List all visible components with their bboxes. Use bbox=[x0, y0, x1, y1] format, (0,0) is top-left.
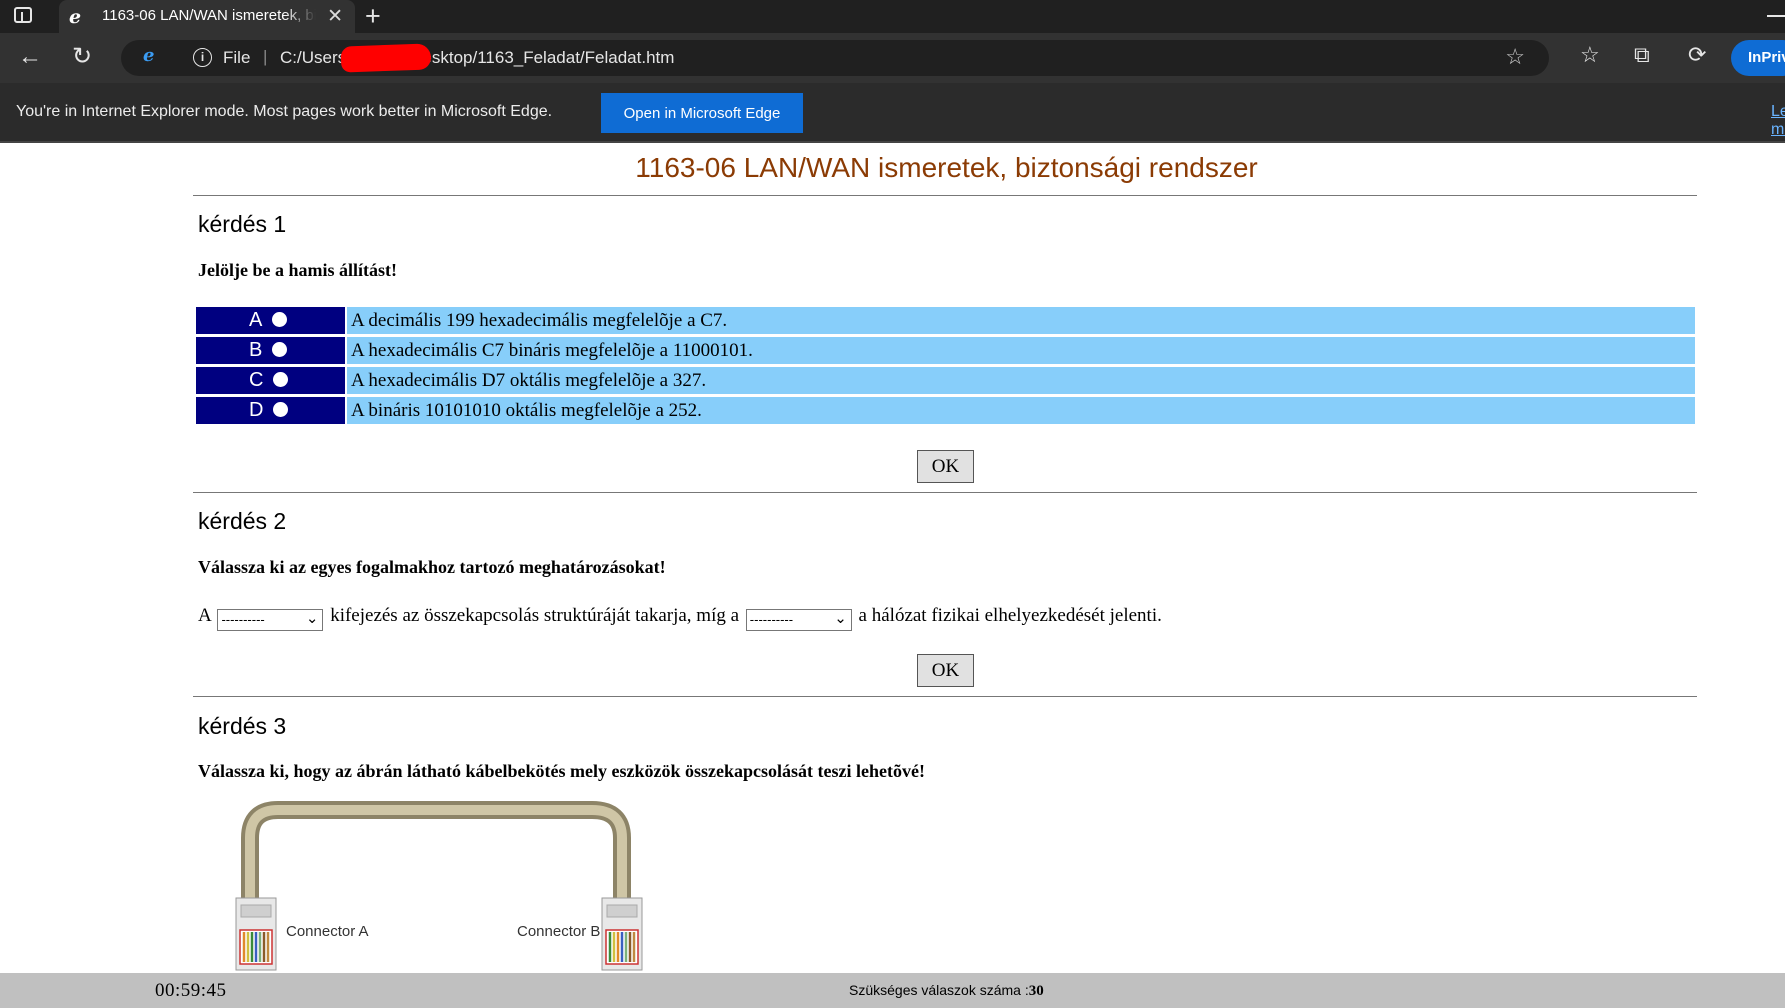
term-select-1[interactable]: ---------- ⌄ bbox=[217, 609, 324, 631]
close-tab-icon[interactable]: ✕ bbox=[327, 5, 343, 28]
required-answers: Szükséges válaszok száma :30 bbox=[849, 982, 1044, 999]
tab-actions-icon[interactable] bbox=[14, 7, 32, 23]
address-toolbar: ← ↻ e i File | C:/Users Desktop/1163_Fela… bbox=[0, 33, 1785, 83]
back-icon[interactable]: ← bbox=[18, 43, 42, 71]
radio-button[interactable] bbox=[272, 312, 288, 327]
add-favorite-icon[interactable]: ☆ bbox=[1505, 44, 1525, 70]
open-in-edge-button[interactable]: Open in Microsoft Edge bbox=[601, 93, 803, 133]
collections-icon[interactable]: ⧉ bbox=[1634, 42, 1650, 68]
connector-a-label: Connector A bbox=[286, 923, 369, 940]
refresh-icon[interactable]: ↻ bbox=[72, 43, 92, 71]
answer-text[interactable]: A bináris 10101010 oktális megfelelõje a… bbox=[347, 397, 1695, 424]
status-bar: 00:59:45 Szükséges válaszok száma :30 bbox=[0, 973, 1785, 1008]
question-2-heading: kérdés 2 bbox=[198, 508, 287, 534]
term-select-2[interactable]: ---------- ⌄ bbox=[745, 609, 852, 631]
minimize-icon[interactable] bbox=[1767, 15, 1785, 17]
answer-text[interactable]: A hexadecimális D7 oktális megfelelõje a… bbox=[347, 367, 1695, 394]
radio-button[interactable] bbox=[272, 342, 288, 357]
page-content: 1163-06 LAN/WAN ismeretek, biztonsági re… bbox=[0, 145, 1785, 973]
question-3-heading: kérdés 3 bbox=[198, 713, 287, 739]
q1-ok-button[interactable]: OK bbox=[917, 450, 974, 483]
answer-row[interactable]: A A decimális 199 hexadecimális megfelel… bbox=[196, 307, 1695, 334]
url-text[interactable]: C:/Users Desktop/1163_Feladat/Feladat.htm bbox=[280, 48, 674, 68]
answer-row[interactable]: C A hexadecimális D7 oktális megfelelõje… bbox=[196, 367, 1695, 394]
answer-text[interactable]: A hexadecimális C7 bináris megfelelõje a… bbox=[347, 337, 1695, 364]
scheme-label: File bbox=[223, 48, 251, 67]
chevron-down-icon: ⌄ bbox=[305, 610, 319, 627]
question-1-prompt: Jelölje be a hamis állítást! bbox=[198, 260, 397, 280]
address-bar[interactable]: e i File | C:/Users Desktop/1163_Feladat/… bbox=[121, 40, 1549, 76]
tab-title: 1163-06 LAN/WAN ismeretek, biztonsági re… bbox=[102, 7, 316, 24]
question-2-sentence: A ---------- ⌄ kifejezés az összekapcsolá… bbox=[198, 605, 1162, 631]
question-2-prompt: Válassza ki az egyes fogalmakhoz tartozó… bbox=[198, 557, 666, 577]
question-3-prompt: Válassza ki, hogy az ábrán látható kábel… bbox=[198, 761, 925, 781]
page-title: 1163-06 LAN/WAN ismeretek, biztonsági re… bbox=[635, 152, 1258, 183]
countdown-timer: 00:59:45 bbox=[155, 980, 227, 1001]
connector-a-plug bbox=[235, 897, 277, 971]
answer-letter-cell: C bbox=[196, 367, 345, 394]
redaction-mark bbox=[340, 43, 432, 73]
chevron-down-icon: ⌄ bbox=[834, 610, 847, 627]
ie-mode-infobar: You're in Internet Explorer mode. Most p… bbox=[0, 83, 1785, 143]
learn-more-link[interactable]: Learn more bbox=[1771, 103, 1785, 139]
required-answers-count: 30 bbox=[1028, 983, 1044, 999]
ie-mode-icon: e bbox=[143, 45, 155, 66]
answer-letter-cell: A bbox=[196, 307, 345, 334]
answer-list: A A decimális 199 hexadecimális megfelel… bbox=[196, 307, 1695, 427]
ie-mode-toggle-icon[interactable]: ⟳ bbox=[1688, 42, 1706, 68]
connector-b-plug bbox=[601, 897, 643, 971]
divider bbox=[193, 696, 1697, 697]
answer-letter-cell: D bbox=[196, 397, 345, 424]
favorites-icon[interactable]: ☆ bbox=[1580, 42, 1600, 68]
question-1-heading: kérdés 1 bbox=[198, 211, 287, 237]
info-icon[interactable]: i bbox=[193, 48, 212, 67]
browser-tab[interactable]: e 1163-06 LAN/WAN ismeretek, biztonsági … bbox=[59, 0, 355, 33]
divider bbox=[193, 492, 1697, 493]
divider bbox=[193, 195, 1697, 196]
answer-row[interactable]: B A hexadecimális C7 bináris megfelelõje… bbox=[196, 337, 1695, 364]
new-tab-button[interactable]: + bbox=[365, 1, 381, 32]
ie-mode-message: You're in Internet Explorer mode. Most p… bbox=[16, 103, 553, 120]
inprivate-badge[interactable]: InPrivate bbox=[1731, 40, 1785, 76]
answer-text[interactable]: A decimális 199 hexadecimális megfelelõj… bbox=[347, 307, 1695, 334]
connector-b-label: Connector B bbox=[517, 923, 600, 940]
tab-strip: e 1163-06 LAN/WAN ismeretek, biztonsági … bbox=[0, 0, 1785, 33]
divider: | bbox=[263, 47, 268, 66]
radio-button[interactable] bbox=[273, 372, 289, 387]
answer-letter-cell: B bbox=[196, 337, 345, 364]
radio-button[interactable] bbox=[273, 402, 289, 417]
ie-mode-icon: e bbox=[69, 6, 82, 28]
cable-diagram: Connector A Connector B bbox=[235, 801, 643, 971]
q2-ok-button[interactable]: OK bbox=[917, 654, 974, 687]
answer-row[interactable]: D A bináris 10101010 oktális megfelelõje… bbox=[196, 397, 1695, 424]
